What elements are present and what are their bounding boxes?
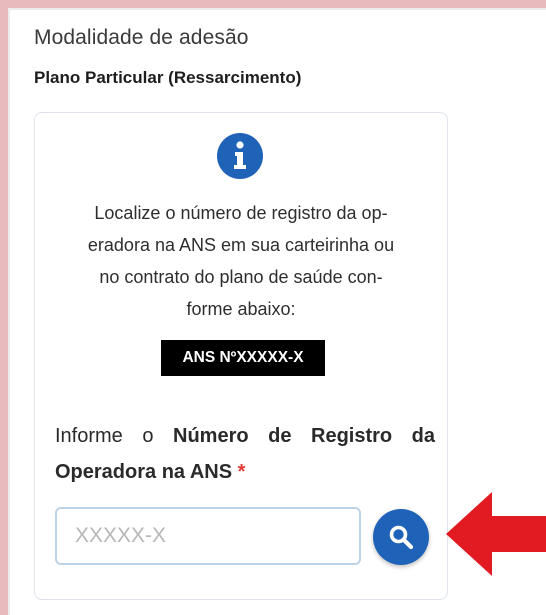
label-plain: Informe o (55, 425, 154, 447)
registration-field-label: Informe o Número de Registro da Operador… (55, 418, 435, 490)
red-arrow-left-icon (446, 492, 546, 576)
ans-registration-input[interactable] (55, 507, 361, 565)
search-icon (389, 525, 414, 550)
info-circle-icon (217, 133, 263, 179)
help-line: no contrato do plano de saúde con- (99, 267, 383, 287)
search-button[interactable] (373, 509, 429, 565)
help-text: Localize o número de registro da op- era… (53, 197, 429, 325)
ans-info-card: Localize o número de registro da op- era… (34, 112, 448, 600)
modality-value: Plano Particular (Ressarcimento) (34, 68, 302, 87)
help-line: Localize o número de registro da op- (94, 203, 388, 223)
help-line: forme abaixo: (186, 299, 296, 319)
ans-example-badge: ANS NºXXXXX-X (161, 340, 325, 376)
required-asterisk: * (237, 461, 246, 483)
help-line: eradora na ANS em sua carteirinha ou (87, 235, 395, 255)
modality-label: Modalidade de adesão (34, 26, 249, 49)
